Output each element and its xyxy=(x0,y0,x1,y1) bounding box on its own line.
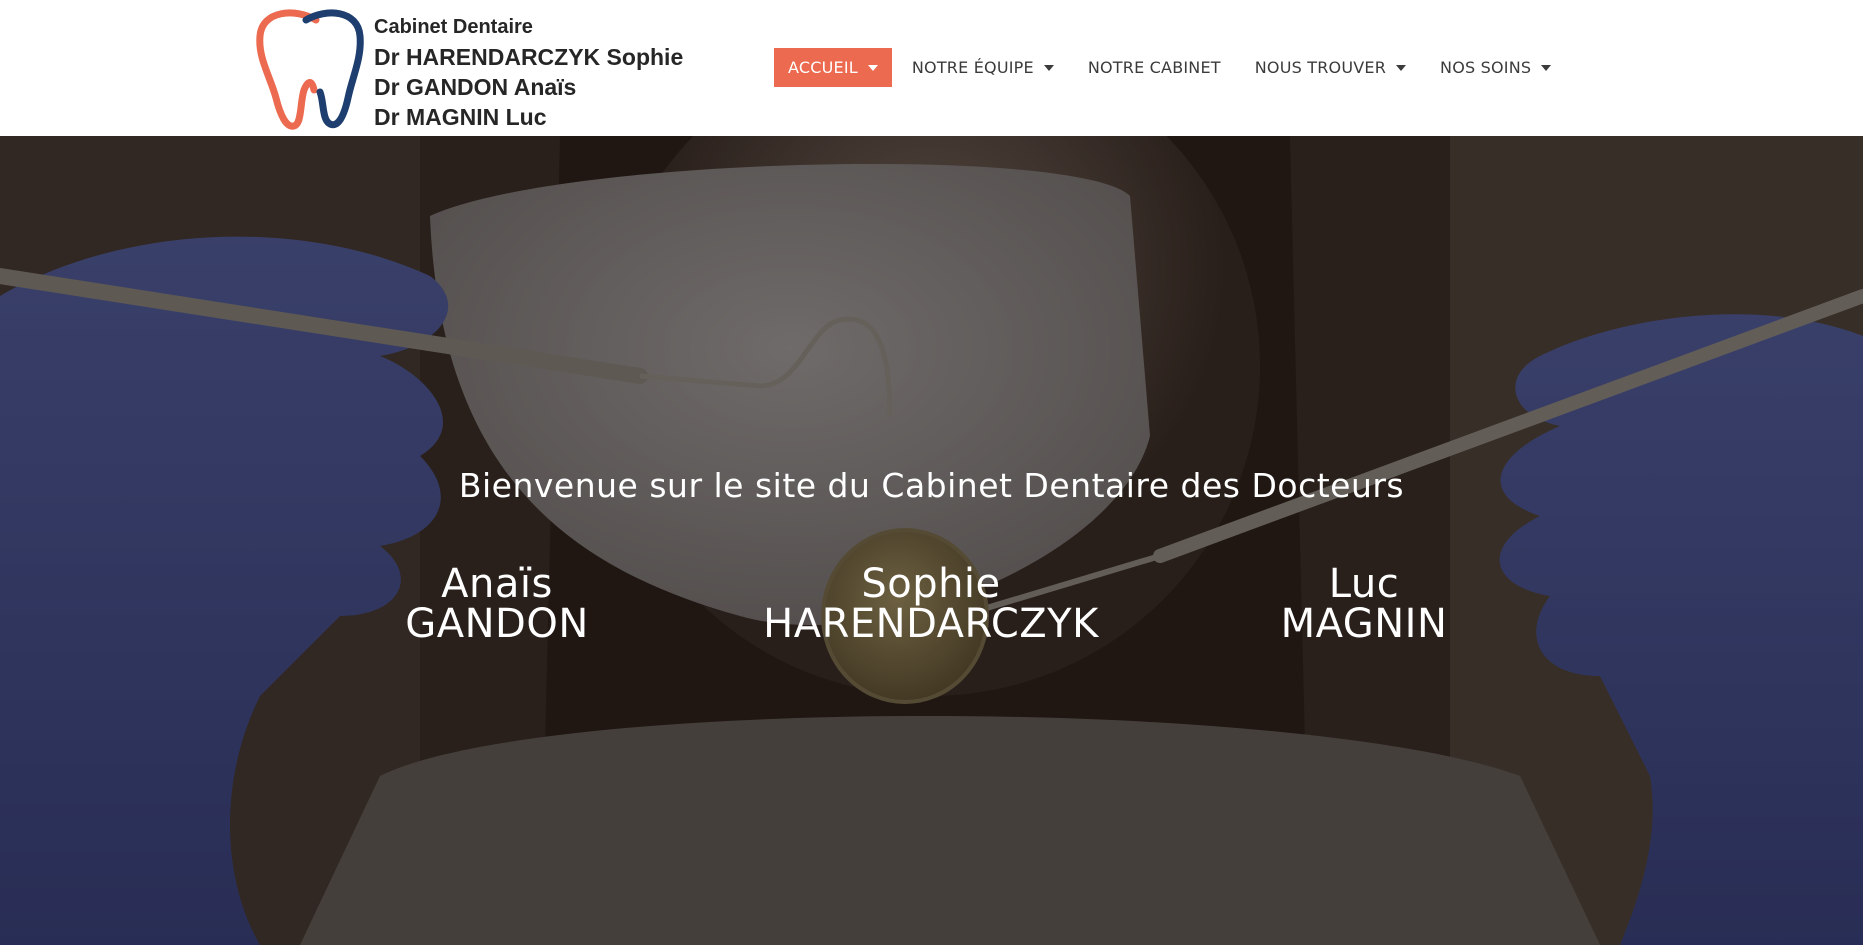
nav-item-notre-equipe[interactable]: NOTRE ÉQUIPE xyxy=(898,48,1068,87)
site-header: Cabinet Dentaire Dr HARENDARCZYK Sophie … xyxy=(0,0,1863,136)
caret-down-icon xyxy=(1541,65,1552,71)
doctor-last-name: GANDON xyxy=(405,601,589,647)
nav-item-label: NOUS TROUVER xyxy=(1254,58,1387,77)
caret-down-icon xyxy=(1043,65,1054,71)
nav-item-label: ACCUEIL xyxy=(788,58,858,77)
doctor-last-name: HARENDARCZYK xyxy=(763,601,1099,647)
nav-item-label: NOTRE ÉQUIPE xyxy=(911,58,1034,77)
logo-title: Cabinet Dentaire xyxy=(374,16,533,38)
hero-overlay xyxy=(0,136,1863,945)
doctor-last-name: MAGNIN xyxy=(1280,601,1448,647)
main-nav: ACCUEIL NOTRE ÉQUIPE NOTRE CABINET NOUS … xyxy=(774,48,1571,87)
nav-item-label: NOTRE CABINET xyxy=(1087,58,1221,77)
doctor-first-name: Anaïs xyxy=(441,561,553,607)
doctor-first-name: Sophie xyxy=(861,561,1001,607)
logo-doctor-magnin: Dr MAGNIN Luc xyxy=(374,104,547,130)
doctor-gandon[interactable]: Anaïs GANDON xyxy=(277,564,717,644)
nav-item-nos-soins[interactable]: NOS SOINS xyxy=(1426,48,1565,87)
welcome-heading: Bienvenue sur le site du Cabinet Dentair… xyxy=(458,466,1405,505)
logo-doctor-gandon: Dr GANDON Anaïs xyxy=(374,74,577,100)
caret-down-icon xyxy=(867,65,878,71)
logo-doctor-harendarczyk: Dr HARENDARCZYK Sophie xyxy=(374,44,684,70)
doctor-harendarczyk[interactable]: Sophie HARENDARCZYK xyxy=(711,564,1151,644)
nav-item-nous-trouver[interactable]: NOUS TROUVER xyxy=(1241,48,1420,87)
logo-text: Cabinet Dentaire Dr HARENDARCZYK Sophie … xyxy=(374,12,683,132)
doctor-magnin[interactable]: Luc MAGNIN xyxy=(1144,564,1584,644)
nav-item-label: NOS SOINS xyxy=(1440,58,1532,77)
doctor-first-name: Luc xyxy=(1328,561,1400,607)
nav-item-accueil[interactable]: ACCUEIL xyxy=(774,48,892,87)
hero-section: Bienvenue sur le site du Cabinet Dentair… xyxy=(0,136,1863,945)
nav-item-notre-cabinet[interactable]: NOTRE CABINET xyxy=(1074,48,1235,87)
tooth-icon xyxy=(256,9,364,130)
caret-down-icon xyxy=(1396,65,1407,71)
site-logo[interactable]: Cabinet Dentaire Dr HARENDARCZYK Sophie … xyxy=(256,6,683,130)
